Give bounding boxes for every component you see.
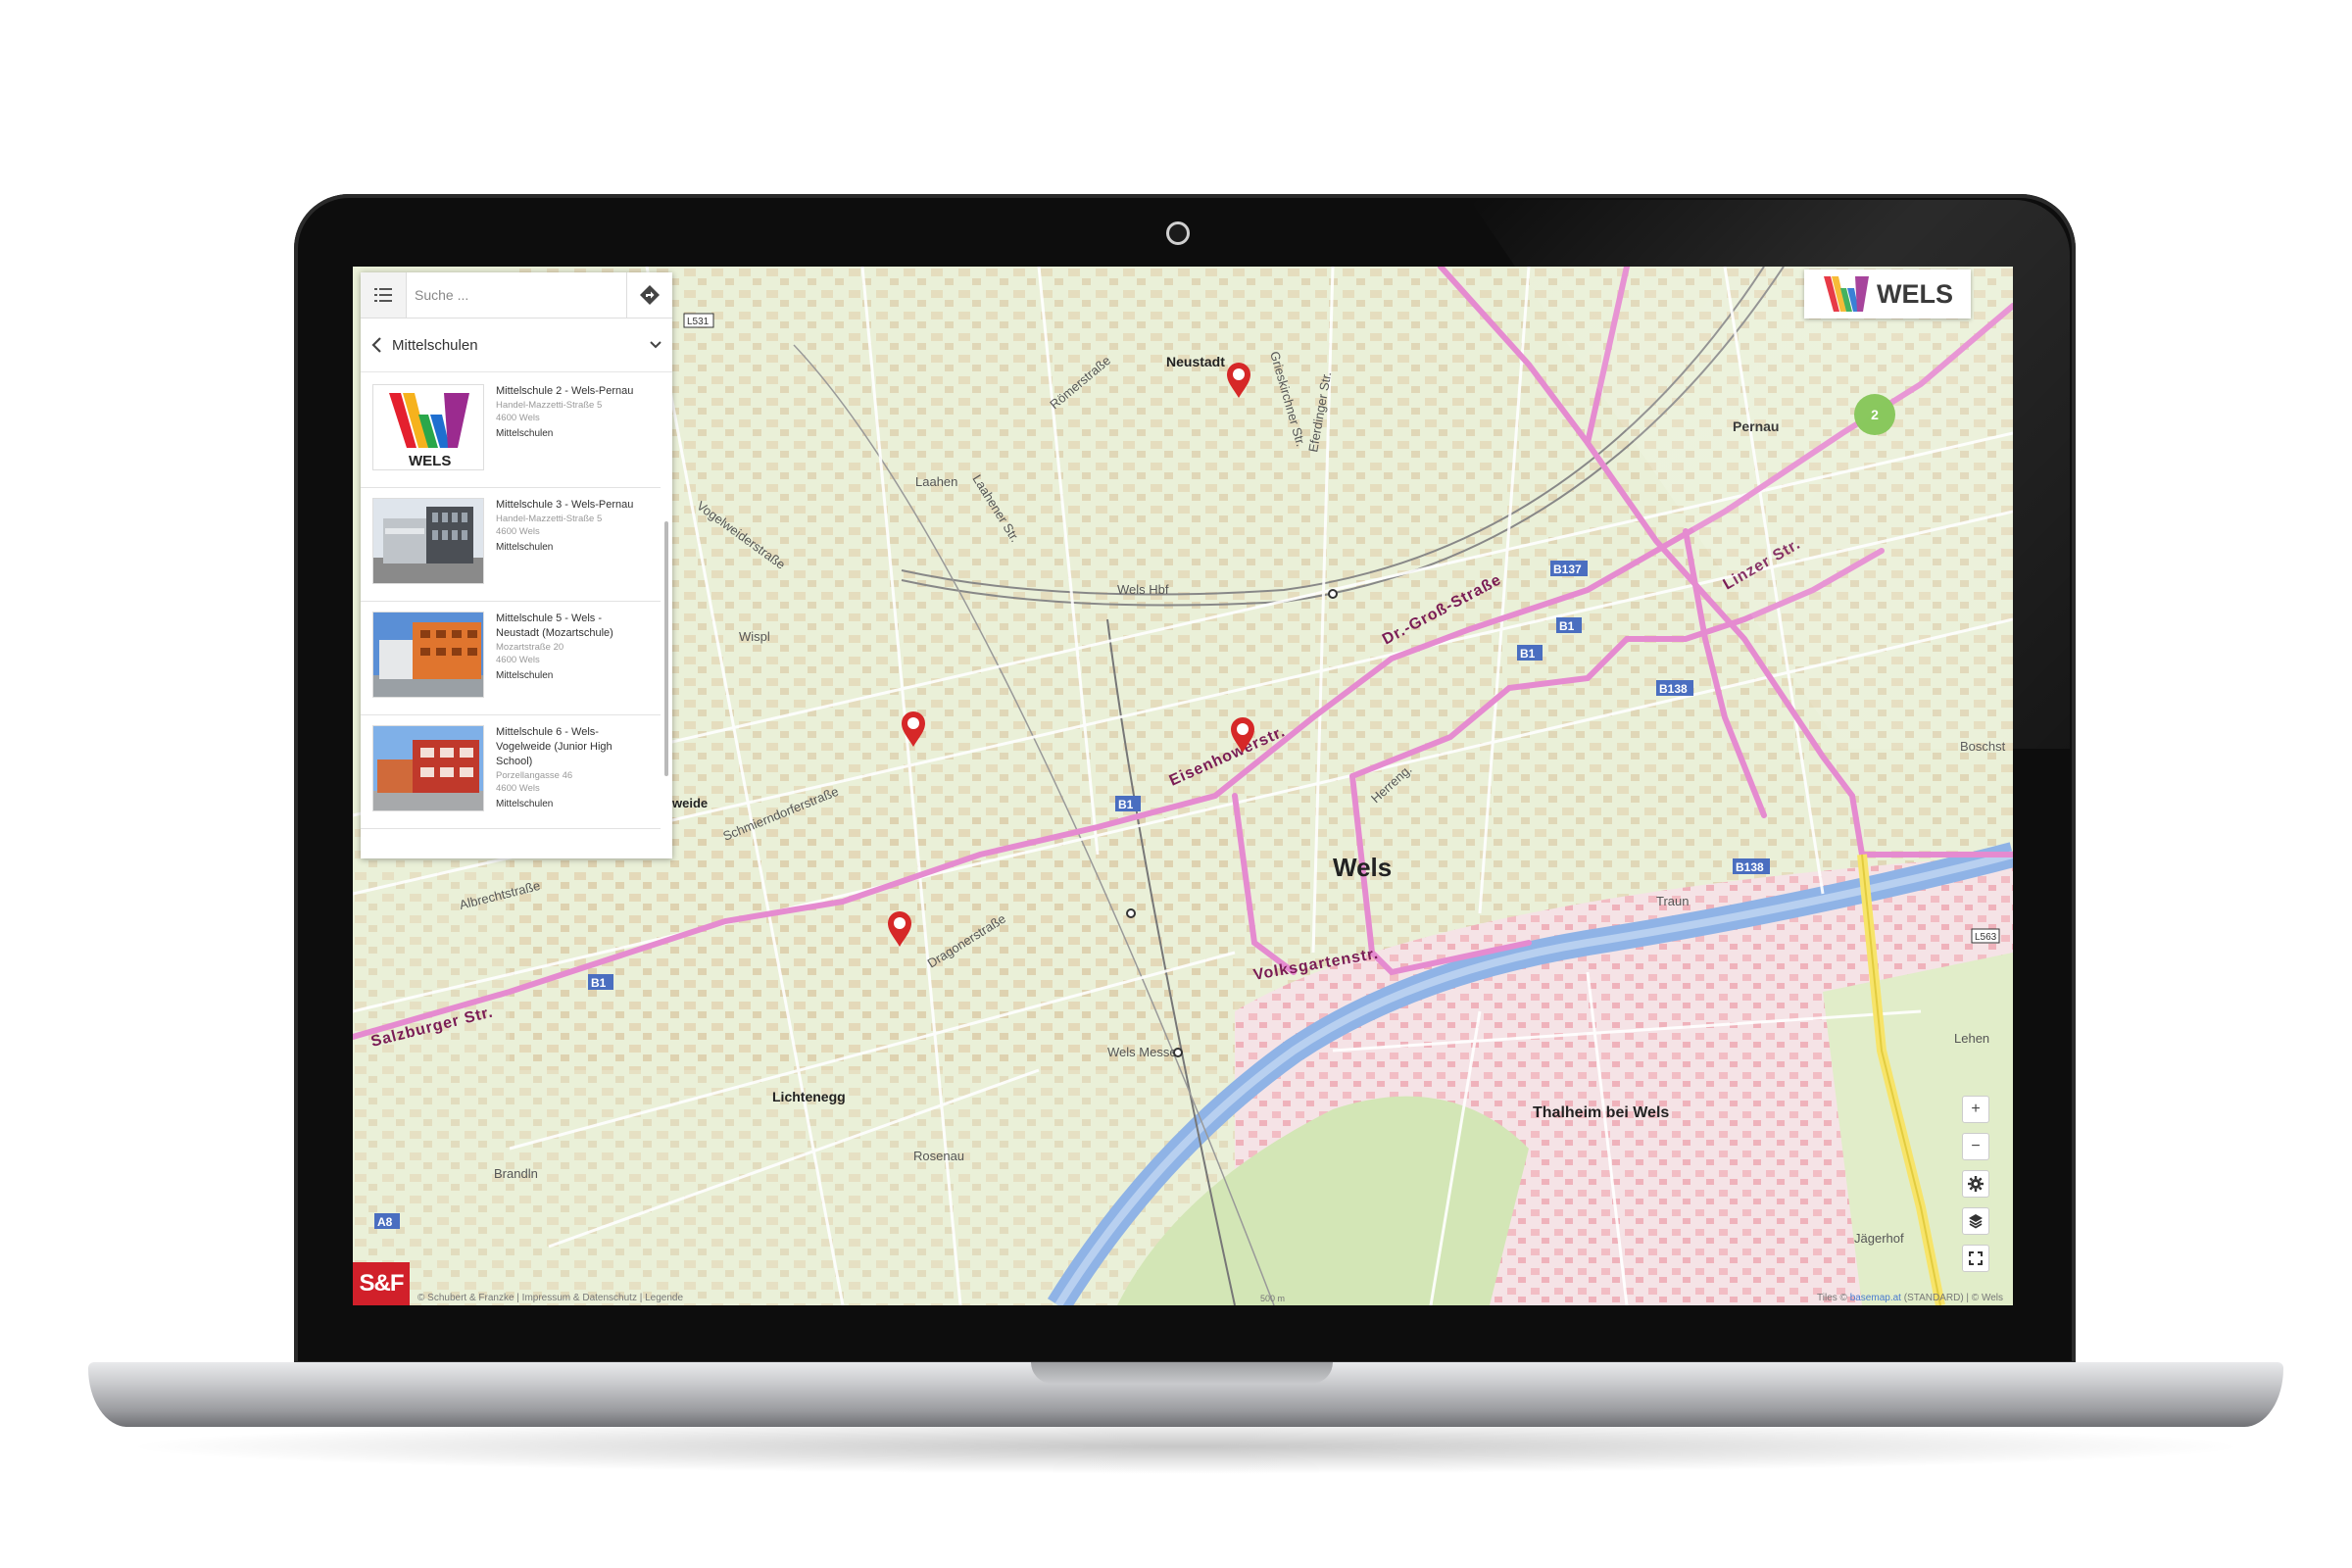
school-photo-thumbnail xyxy=(372,498,484,584)
result-category: Mittelschulen xyxy=(496,428,554,439)
result-meta: Mittelschule 6 - Wels-Vogelweide (Junior… xyxy=(496,725,643,828)
result-street: Porzellangasse 46 xyxy=(496,770,573,781)
map-label-boschstr: Boschst xyxy=(1960,739,2006,754)
result-title[interactable]: Mittelschule 6 - Wels-Vogelweide (Junior… xyxy=(496,725,643,769)
result-street: Handel-Mazzetti-Straße 5 xyxy=(496,514,603,524)
attribution: Tiles © basemap.at (STANDARD) | © Wels xyxy=(1817,1293,2003,1303)
layers-icon xyxy=(1969,1214,1983,1229)
result-city: 4600 Wels xyxy=(496,783,540,794)
fullscreen-icon xyxy=(1969,1251,1983,1265)
map-label-wels-hbf: Wels Hbf xyxy=(1117,582,1169,597)
list-item[interactable]: Mittelschule 5 - Wels - Neustadt (Mozart… xyxy=(361,602,661,715)
school-photo-thumbnail xyxy=(372,612,484,698)
building-photo-icon xyxy=(373,499,483,583)
result-title[interactable]: Mittelschule 2 - Wels-Pernau xyxy=(496,384,643,399)
wels-logo-icon: WELS xyxy=(389,393,469,469)
result-meta: Mittelschule 5 - Wels - Neustadt (Mozart… xyxy=(496,612,643,714)
station-dot xyxy=(1126,908,1136,918)
back-icon[interactable] xyxy=(370,337,382,353)
layers-button[interactable] xyxy=(1962,1207,1989,1235)
wels-logo[interactable]: WELS xyxy=(1804,270,1971,318)
wels-logo-icon xyxy=(1824,276,1869,312)
result-city: 4600 Wels xyxy=(496,413,540,423)
result-title[interactable]: Mittelschule 5 - Wels - Neustadt (Mozart… xyxy=(496,612,643,641)
list-scrollbar[interactable] xyxy=(664,521,668,776)
result-city: 4600 Wels xyxy=(496,526,540,537)
result-street: Mozartstraße 20 xyxy=(496,642,564,653)
map-label-jaegerhof: Jägerhof xyxy=(1854,1231,1904,1246)
building-photo-icon xyxy=(373,612,483,697)
map-label-neustadt: Neustadt xyxy=(1166,354,1225,369)
result-city: 4600 Wels xyxy=(496,655,540,665)
station-dot xyxy=(1173,1048,1183,1057)
road-shield-b138: B138 xyxy=(1659,682,1688,696)
attribution-suffix: (STANDARD) | © Wels xyxy=(1903,1293,2003,1303)
map-app: B1 B1 B1 B1 B137 B138 B138 A8 L531 L563 … xyxy=(353,267,2013,1305)
school-photo-thumbnail xyxy=(372,725,484,811)
chevron-down-icon[interactable] xyxy=(649,340,662,350)
road-shield-b137: B137 xyxy=(1553,563,1582,576)
category-title: Mittelschulen xyxy=(392,336,478,354)
search-panel: Mittelschulen WELS Mittelschule 2 xyxy=(361,272,672,858)
map-label-vogelweide: weide xyxy=(671,796,708,810)
webcam xyxy=(1166,221,1190,245)
list-item[interactable]: Mittelschule 3 - Wels-Pernau Handel-Mazz… xyxy=(361,488,661,602)
wels-logo-thumbnail: WELS xyxy=(372,384,484,470)
map-label-brandln: Brandln xyxy=(494,1166,538,1181)
map-label-thalheim: Thalheim bei Wels xyxy=(1533,1104,1669,1121)
attribution-prefix: Tiles © xyxy=(1817,1293,1847,1303)
gear-icon xyxy=(1968,1176,1984,1192)
road-shield-b1: B1 xyxy=(1559,619,1575,633)
map-label-pernau: Pernau xyxy=(1733,418,1779,434)
laptop-notch xyxy=(1031,1362,1333,1384)
map-label-rosenau: Rosenau xyxy=(913,1149,964,1163)
logo-text: WELS xyxy=(1877,278,1953,309)
result-street: Handel-Mazzetti-Straße 5 xyxy=(496,400,603,411)
zoom-out-button[interactable]: − xyxy=(1962,1133,1989,1160)
directions-icon xyxy=(640,285,660,305)
road-shield-l563: L563 xyxy=(1975,932,1997,943)
road-shield-a8: A8 xyxy=(377,1215,393,1229)
search-input[interactable] xyxy=(407,273,626,317)
result-category: Mittelschulen xyxy=(496,799,554,809)
result-list: WELS Mittelschule 2 - Wels-Pernau Handel… xyxy=(361,374,661,855)
sf-brand-logo[interactable]: S&F xyxy=(353,1262,410,1305)
list-icon xyxy=(374,288,392,302)
basemap-link[interactable]: basemap.at xyxy=(1850,1293,1901,1303)
marker-cluster[interactable]: 2 xyxy=(1854,394,1895,435)
menu-button[interactable] xyxy=(361,272,407,318)
map-label-wels: Wels xyxy=(1333,853,1392,882)
list-item[interactable]: Mittelschule 6 - Wels-Vogelweide (Junior… xyxy=(361,715,661,829)
road-shield-b1: B1 xyxy=(1520,647,1536,661)
road-shield-b1: B1 xyxy=(1118,798,1134,811)
fullscreen-button[interactable] xyxy=(1962,1245,1989,1272)
building-photo-icon xyxy=(373,726,483,810)
laptop-shadow xyxy=(118,1419,2254,1474)
road-shield-b138: B138 xyxy=(1736,860,1764,874)
road-shield-l531: L531 xyxy=(687,317,710,327)
result-meta: Mittelschule 2 - Wels-Pernau Handel-Mazz… xyxy=(496,384,643,487)
map-label-wispl: Wispl xyxy=(739,629,770,644)
map-label-lehen: Lehen xyxy=(1954,1031,1989,1046)
logo-text: WELS xyxy=(409,453,451,469)
map-label-wels-messe: Wels Messe xyxy=(1107,1045,1177,1059)
category-header[interactable]: Mittelschulen xyxy=(361,318,672,372)
footer-links[interactable]: © Schubert & Franzke | Impressum & Daten… xyxy=(417,1293,683,1303)
road-shield-b1: B1 xyxy=(591,976,607,990)
search-bar xyxy=(361,272,672,318)
zoom-in-button[interactable]: + xyxy=(1962,1096,1989,1123)
list-item[interactable]: WELS Mittelschule 2 - Wels-Pernau Handel… xyxy=(361,374,661,488)
map-label-traun: Traun xyxy=(1656,894,1689,908)
map-label-lichtenegg: Lichtenegg xyxy=(772,1089,846,1104)
result-title[interactable]: Mittelschule 3 - Wels-Pernau xyxy=(496,498,643,513)
scale-label: 500 m xyxy=(1260,1294,1285,1303)
result-category: Mittelschulen xyxy=(496,542,554,553)
map-label-laahen: Laahen xyxy=(915,474,957,489)
station-dot xyxy=(1328,589,1338,599)
result-meta: Mittelschule 3 - Wels-Pernau Handel-Mazz… xyxy=(496,498,643,601)
route-button[interactable] xyxy=(626,272,672,318)
result-category: Mittelschulen xyxy=(496,670,554,681)
settings-button[interactable] xyxy=(1962,1170,1989,1198)
